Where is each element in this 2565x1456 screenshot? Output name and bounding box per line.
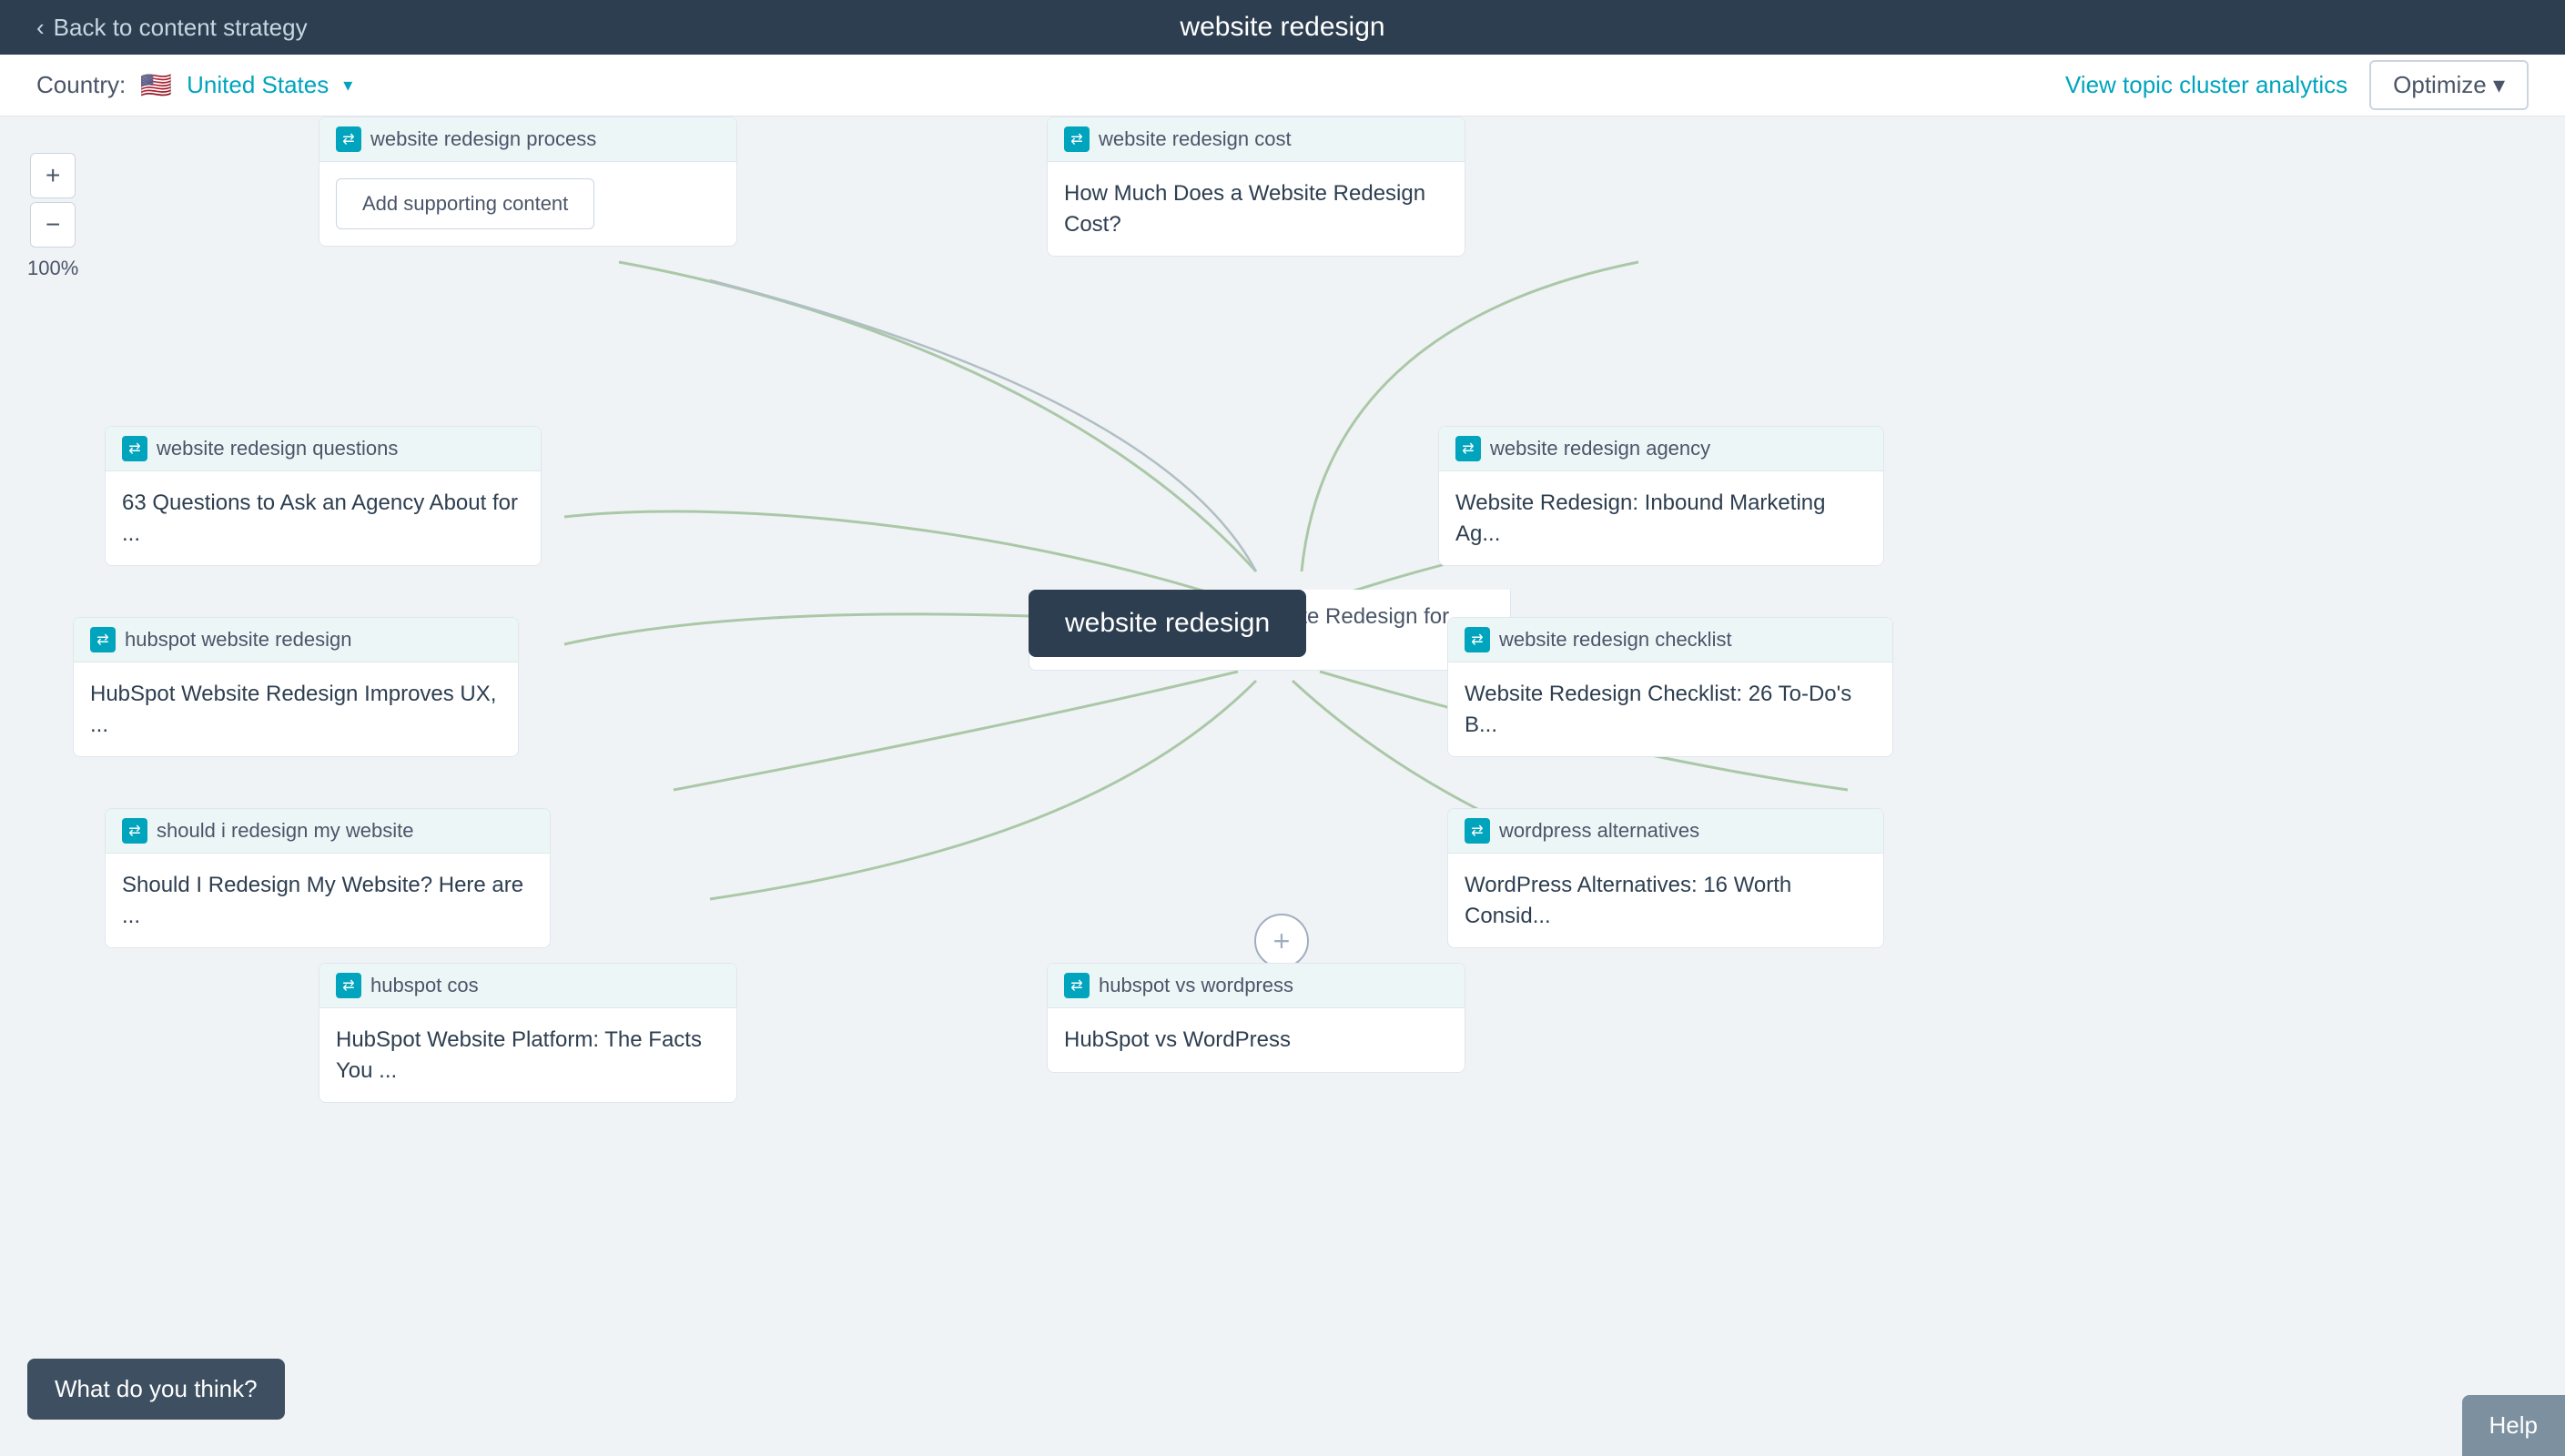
node-header-checklist: ⇄ website redesign checklist — [1448, 618, 1892, 662]
chevron-down-icon[interactable]: ▾ — [343, 74, 352, 96]
toolbar: Country: 🇺🇸 United States ▾ View topic c… — [0, 55, 2565, 116]
node-hubspot[interactable]: ⇄ hubspot website redesign HubSpot Websi… — [73, 617, 519, 757]
view-analytics-link[interactable]: View topic cluster analytics — [2065, 71, 2347, 99]
node-keyword-agency: website redesign agency — [1490, 437, 1710, 460]
toolbar-right: View topic cluster analytics Optimize ▾ — [2065, 60, 2529, 110]
back-label: Back to content strategy — [54, 14, 308, 42]
connector-lines — [0, 116, 2565, 1456]
cost-icon: ⇄ — [1064, 126, 1090, 152]
country-label: Country: — [36, 71, 126, 99]
node-keyword-questions: website redesign questions — [157, 437, 398, 460]
node-title-cost: How Much Does a Website Redesign Cost? — [1048, 162, 1465, 256]
node-header-agency: ⇄ website redesign agency — [1439, 427, 1883, 471]
node-title-hubspotcos: HubSpot Website Platform: The Facts You … — [319, 1008, 736, 1102]
wordpress-icon: ⇄ — [1465, 818, 1490, 844]
back-arrow-icon: ‹ — [36, 14, 45, 42]
node-hubspotcos[interactable]: ⇄ hubspot cos HubSpot Website Platform: … — [319, 963, 737, 1103]
add-content-button[interactable]: + — [1254, 914, 1309, 968]
node-header-questions: ⇄ website redesign questions — [106, 427, 541, 471]
should-icon: ⇄ — [122, 818, 147, 844]
node-title-hubspotwordpress: HubSpot vs WordPress — [1048, 1008, 1465, 1072]
node-header-hubspotcos: ⇄ hubspot cos — [319, 964, 736, 1008]
node-title-wordpress: WordPress Alternatives: 16 Worth Consid.… — [1448, 854, 1883, 947]
flag-icon: 🇺🇸 — [140, 70, 172, 100]
zoom-in-button[interactable]: + — [30, 153, 76, 198]
node-title-agency: Website Redesign: Inbound Marketing Ag..… — [1439, 471, 1883, 565]
toolbar-left: Country: 🇺🇸 United States ▾ — [36, 70, 352, 100]
node-title-questions: 63 Questions to Ask an Agency About for … — [106, 471, 541, 565]
node-keyword-wordpress: wordpress alternatives — [1499, 819, 1699, 843]
feedback-button[interactable]: What do you think? — [27, 1359, 285, 1420]
agency-icon: ⇄ — [1455, 436, 1481, 461]
node-header-hubspotwordpress: ⇄ hubspot vs wordpress — [1048, 964, 1465, 1008]
node-title-hubspot: HubSpot Website Redesign Improves UX, ..… — [74, 662, 518, 756]
page-title: website redesign — [1180, 12, 1384, 43]
hubspot-icon: ⇄ — [90, 627, 116, 652]
node-keyword-cost: website redesign cost — [1099, 127, 1292, 151]
node-body-process: Add supporting content — [319, 162, 736, 246]
node-keyword-should: should i redesign my website — [157, 819, 413, 843]
node-title-should: Should I Redesign My Website? Here are .… — [106, 854, 550, 947]
node-cost[interactable]: ⇄ website redesign cost How Much Does a … — [1047, 116, 1465, 257]
node-header-cost: ⇄ website redesign cost — [1048, 117, 1465, 162]
node-questions[interactable]: ⇄ website redesign questions 63 Question… — [105, 426, 542, 566]
node-keyword-hubspot: hubspot website redesign — [125, 628, 352, 652]
zoom-controls: + − 100% — [27, 153, 78, 280]
checklist-icon: ⇄ — [1465, 627, 1490, 652]
node-hubspotwordpress[interactable]: ⇄ hubspot vs wordpress HubSpot vs WordPr… — [1047, 963, 1465, 1073]
node-header-hubspot: ⇄ hubspot website redesign — [74, 618, 518, 662]
optimize-button[interactable]: Optimize ▾ — [2369, 60, 2529, 110]
country-selector[interactable]: United States — [187, 71, 329, 99]
questions-icon: ⇄ — [122, 436, 147, 461]
process-icon: ⇄ — [336, 126, 361, 152]
node-header-should: ⇄ should i redesign my website — [106, 809, 550, 854]
node-keyword-checklist: website redesign checklist — [1499, 628, 1732, 652]
center-node-keyword: website redesign — [1065, 608, 1270, 638]
center-card[interactable]: website redesign Ultimate Guide to Websi… — [1029, 590, 1511, 671]
node-wordpress[interactable]: ⇄ wordpress alternatives WordPress Alter… — [1447, 808, 1884, 948]
node-header-process: ⇄ website redesign process — [319, 117, 736, 162]
help-button[interactable]: Help — [2462, 1395, 2565, 1456]
center-node[interactable]: website redesign — [1029, 590, 1306, 657]
node-should[interactable]: ⇄ should i redesign my website Should I … — [105, 808, 551, 948]
node-title-checklist: Website Redesign Checklist: 26 To-Do's B… — [1448, 662, 1892, 756]
zoom-level: 100% — [27, 257, 78, 280]
add-supporting-button[interactable]: Add supporting content — [336, 178, 594, 229]
header: ‹ Back to content strategy website redes… — [0, 0, 2565, 55]
node-agency[interactable]: ⇄ website redesign agency Website Redesi… — [1438, 426, 1884, 566]
hubspotcos-icon: ⇄ — [336, 973, 361, 998]
node-checklist[interactable]: ⇄ website redesign checklist Website Red… — [1447, 617, 1893, 757]
back-button[interactable]: ‹ Back to content strategy — [36, 14, 308, 42]
node-keyword-hubspotcos: hubspot cos — [370, 974, 479, 997]
node-keyword-process: website redesign process — [370, 127, 596, 151]
zoom-out-button[interactable]: − — [30, 202, 76, 248]
node-header-wordpress: ⇄ wordpress alternatives — [1448, 809, 1883, 854]
node-keyword-hubspotwordpress: hubspot vs wordpress — [1099, 974, 1293, 997]
hubspotwordpress-icon: ⇄ — [1064, 973, 1090, 998]
node-process[interactable]: ⇄ website redesign process Add supportin… — [319, 116, 737, 247]
canvas: + − 100% ⇄ website redesign process Add … — [0, 116, 2565, 1456]
